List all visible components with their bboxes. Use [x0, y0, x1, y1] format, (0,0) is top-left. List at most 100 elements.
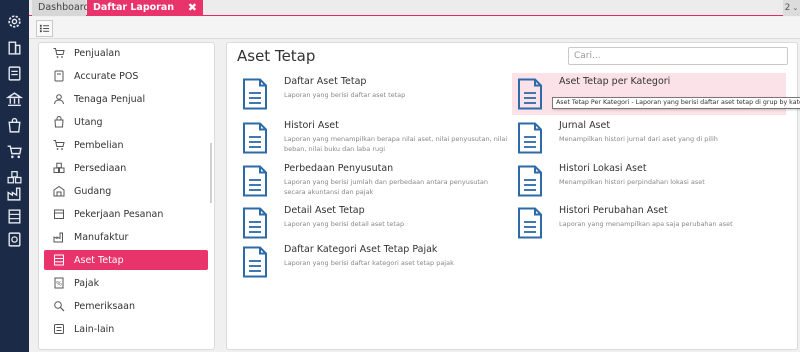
category-label: Lain-lain	[74, 323, 115, 335]
document-icon	[518, 122, 542, 154]
asset-building-icon[interactable]	[5, 207, 24, 226]
category-manufaktur[interactable]: Manufaktur	[44, 227, 208, 247]
report-title: Detail Aset Tetap	[284, 205, 365, 216]
tab-bar: Dashboard Daftar Laporan ✖ 2 ⌄	[29, 0, 800, 16]
category-label: Utang	[74, 116, 103, 128]
report-title: Aset Tetap per Kategori	[559, 76, 671, 87]
tax-icon: %	[52, 277, 65, 290]
document-icon	[518, 78, 542, 110]
category-label: Manufaktur	[74, 231, 129, 243]
report-list-panel: Aset Tetap Daftar Aset Tetap Laporan yan…	[226, 42, 798, 350]
category-utang[interactable]: Utang	[44, 112, 208, 132]
search-input[interactable]	[568, 47, 788, 65]
report-histori-aset[interactable]: Histori Aset Laporan yang menampilkan be…	[237, 120, 511, 158]
category-label: Pemeriksaan	[74, 300, 135, 312]
report-description: Laporan yang menampilkan berapa nilai as…	[284, 135, 508, 153]
report-description: Laporan yang menampilkan apa saja peruba…	[559, 220, 733, 228]
list-view-button[interactable]	[36, 20, 53, 37]
document-icon	[243, 246, 267, 278]
category-tenaga-penjual[interactable]: Tenaga Penjual	[44, 89, 208, 109]
report-description: Laporan yang berisi daftar aset tetap	[284, 91, 406, 99]
report-title: Perbedaan Penyusutan	[284, 163, 394, 174]
reports-icon[interactable]	[5, 230, 24, 249]
tab-label: Daftar Laporan	[93, 2, 175, 13]
report-daftar-kategori-aset-tetap-pajak[interactable]: Daftar Kategori Aset Tetap Pajak Laporan…	[237, 244, 511, 282]
chevron-down-icon: ⌄	[790, 4, 799, 12]
toolbar	[29, 17, 800, 39]
category-penjualan[interactable]: Penjualan	[44, 43, 208, 63]
list-icon	[39, 24, 50, 33]
report-description: Menampilkan histori jurnal dari aset yan…	[559, 135, 718, 143]
document-icon	[243, 78, 267, 110]
pos-icon	[52, 70, 65, 83]
category-persediaan[interactable]: Persediaan	[44, 158, 208, 178]
audit-icon	[52, 300, 65, 313]
report-daftar-aset-tetap[interactable]: Daftar Aset Tetap Laporan yang berisi da…	[237, 76, 511, 114]
others-icon	[52, 323, 65, 336]
document-icon	[518, 207, 542, 239]
page-title: Aset Tetap	[237, 47, 316, 65]
tooltip: Aset Tetap Per Kategori - Laporan yang b…	[552, 97, 800, 109]
category-label: Accurate POS	[74, 70, 139, 82]
category-label: Pajak	[74, 277, 100, 289]
salesperson-icon	[52, 93, 65, 106]
scrollbar[interactable]	[210, 143, 212, 203]
category-pajak[interactable]: % Pajak	[44, 273, 208, 293]
factory-icon	[52, 231, 65, 244]
category-label: Pekerjaan Pesanan	[74, 208, 164, 220]
report-title: Daftar Kategori Aset Tetap Pajak	[284, 244, 438, 255]
report-title: Daftar Aset Tetap	[284, 76, 367, 87]
report-detail-aset-tetap[interactable]: Detail Aset Tetap Laporan yang berisi de…	[237, 205, 511, 243]
fixed-asset-icon	[52, 254, 65, 267]
purchase-icon	[52, 139, 65, 152]
category-label: Tenaga Penjual	[74, 93, 146, 105]
tab-dashboard[interactable]: Dashboard	[32, 0, 90, 16]
report-category-list: Penjualan Accurate POS Tenaga Penjual Ut…	[38, 42, 215, 350]
app-sidebar	[0, 0, 29, 352]
category-label: Persediaan	[74, 162, 127, 174]
open-tabs-dropdown[interactable]: 2 ⌄	[783, 0, 800, 16]
category-label: Aset Tetap	[74, 254, 124, 266]
report-title: Histori Perubahan Aset	[559, 205, 668, 216]
sales-icon[interactable]	[5, 116, 24, 135]
category-accurate-pos[interactable]: Accurate POS	[44, 66, 208, 86]
inventory-icon	[52, 162, 65, 175]
report-title: Jurnal Aset	[559, 120, 611, 131]
report-title: Histori Lokasi Aset	[559, 163, 647, 174]
bank-icon[interactable]	[5, 90, 24, 109]
document-icon	[243, 207, 267, 239]
report-description: Menampilkan histori perpindahan lokasi a…	[559, 178, 705, 186]
purchase-cart-icon[interactable]	[5, 142, 24, 161]
report-description: Laporan yang berisi daftar kategori aset…	[284, 259, 454, 267]
category-lain-lain[interactable]: Lain-lain	[44, 319, 208, 339]
category-pekerjaan-pesanan[interactable]: Pekerjaan Pesanan	[44, 204, 208, 224]
document-icon	[518, 165, 542, 197]
report-title: Histori Aset	[284, 120, 339, 131]
report-jurnal-aset[interactable]: Jurnal Aset Menampilkan histori jurnal d…	[512, 120, 786, 158]
debt-icon	[52, 116, 65, 129]
report-perbedaan-penyusutan[interactable]: Perbedaan Penyusutan Laporan yang berisi…	[237, 163, 511, 201]
report-histori-lokasi-aset[interactable]: Histori Lokasi Aset Menampilkan histori …	[512, 163, 786, 201]
close-icon[interactable]: ✖	[188, 0, 197, 16]
category-label: Pembelian	[74, 139, 124, 151]
job-order-icon	[52, 208, 65, 221]
ledger-icon[interactable]	[5, 64, 24, 83]
category-aset-tetap[interactable]: Aset Tetap	[44, 250, 208, 270]
report-description: Laporan yang berisi detail aset tetap	[284, 220, 405, 228]
document-icon	[243, 165, 267, 197]
category-label: Penjualan	[74, 47, 121, 59]
category-pembelian[interactable]: Pembelian	[44, 135, 208, 155]
tab-daftar-laporan[interactable]: Daftar Laporan ✖	[87, 0, 203, 16]
cart-icon	[52, 47, 65, 60]
report-histori-perubahan-aset[interactable]: Histori Perubahan Aset Laporan yang mena…	[512, 205, 786, 243]
report-description: Laporan yang berisi jumlah dan perbedaan…	[284, 178, 489, 196]
document-icon	[243, 122, 267, 154]
warehouse-icon	[52, 185, 65, 198]
category-gudang[interactable]: Gudang	[44, 181, 208, 201]
category-pemeriksaan[interactable]: Pemeriksaan	[44, 296, 208, 316]
company-icon[interactable]	[5, 38, 24, 57]
svg-text:%: %	[56, 281, 62, 288]
settings-icon[interactable]	[5, 12, 24, 31]
factory-icon[interactable]	[5, 184, 24, 203]
category-label: Gudang	[74, 185, 112, 197]
